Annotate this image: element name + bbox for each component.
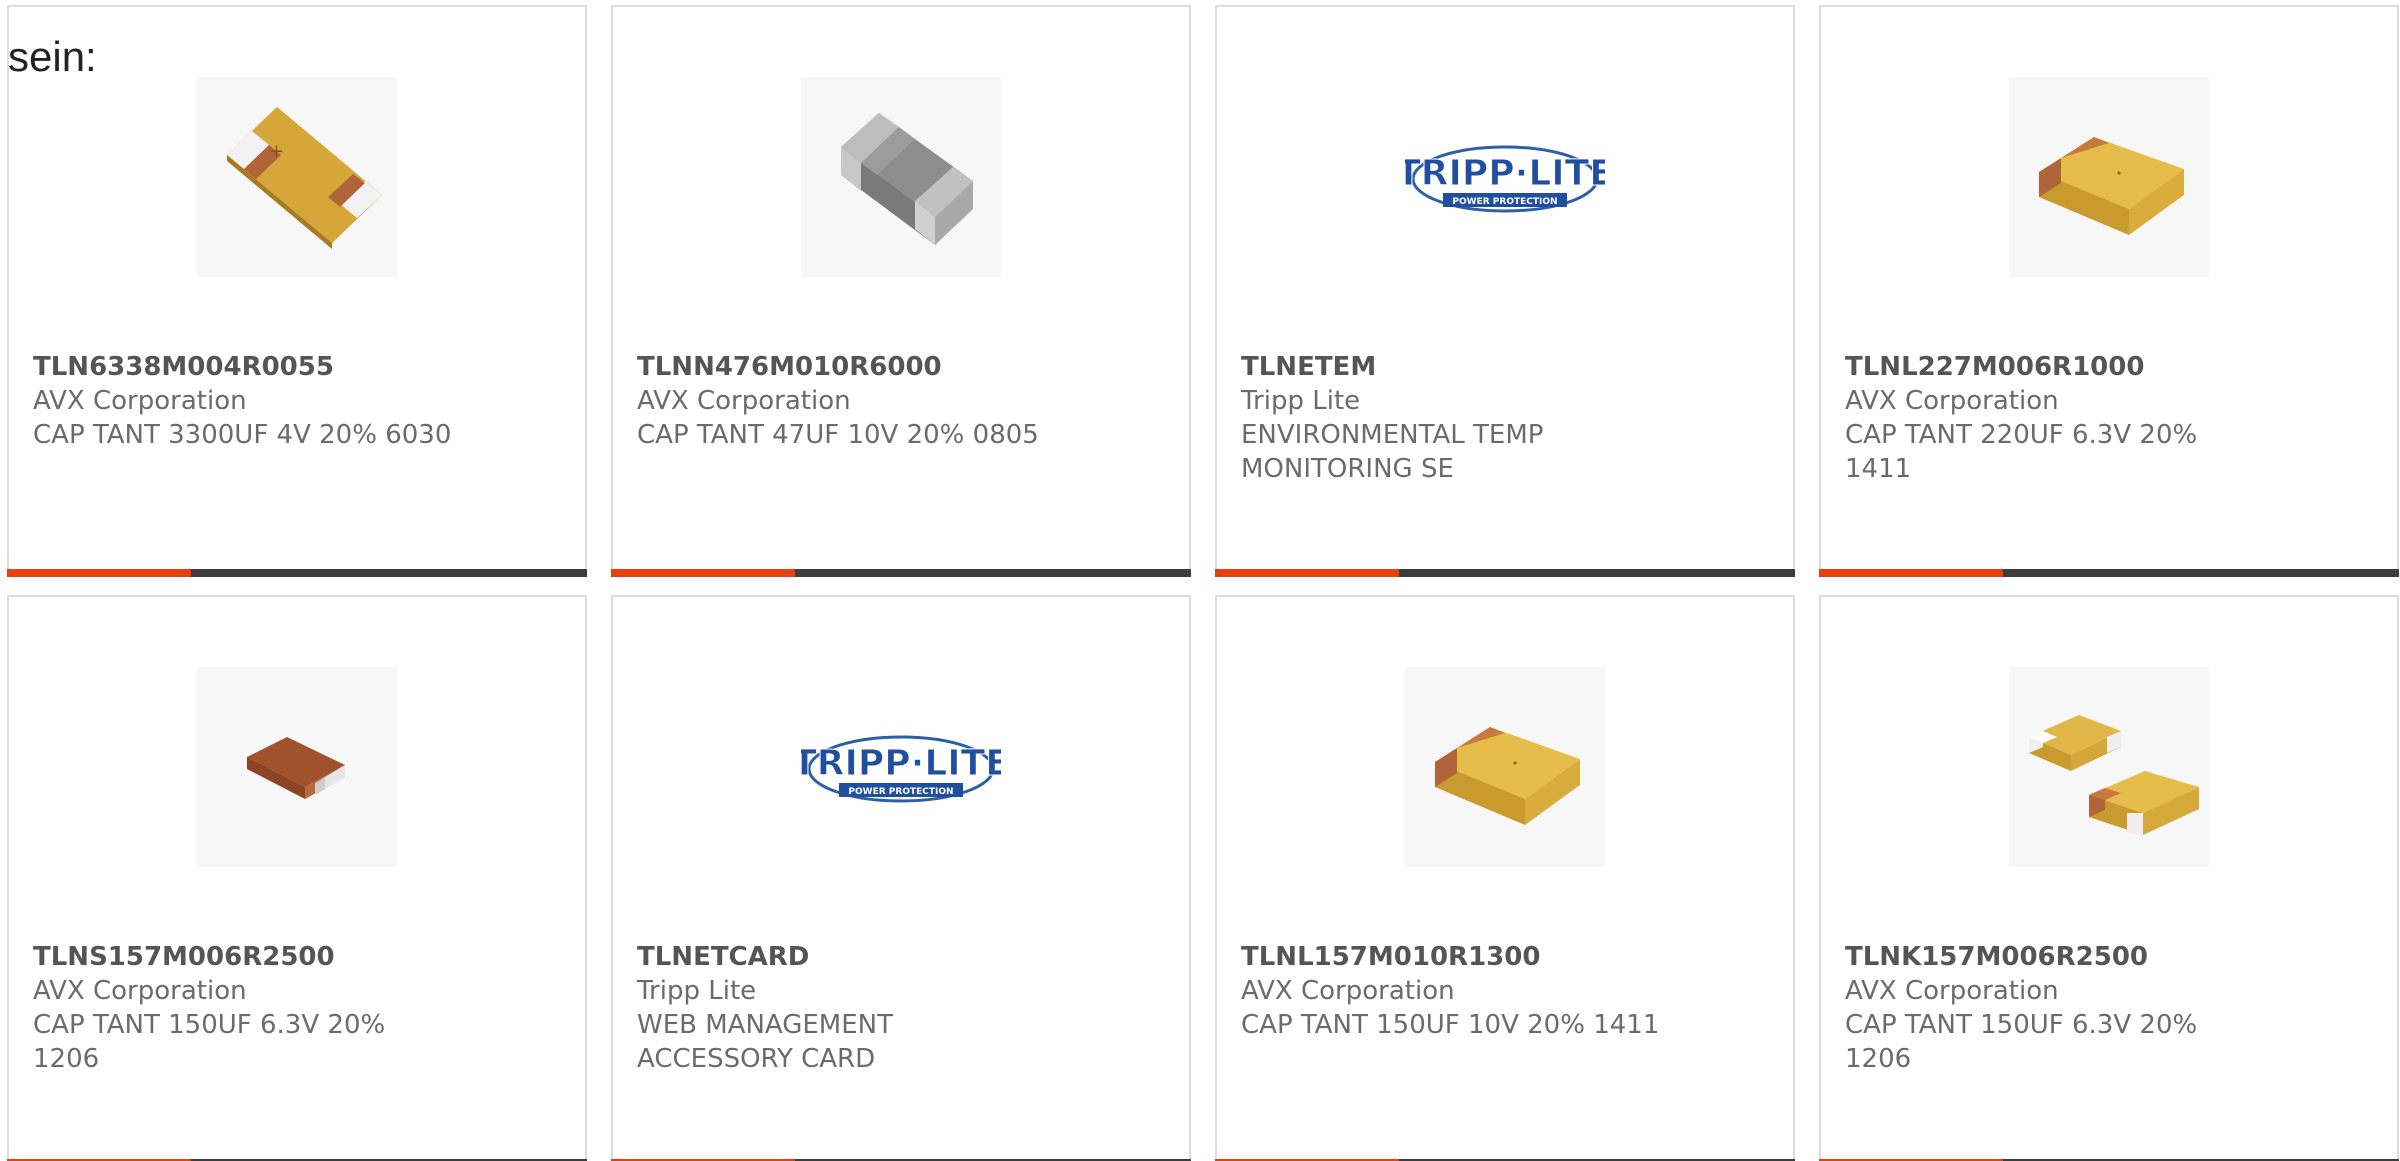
product-card[interactable]: + TLN6338M004R0055 AVX Corporation CAP TAN… — [7, 5, 587, 577]
product-card[interactable]: TRIPP·LITE POWER PROTECTION TLNETCARD Tri… — [611, 595, 1191, 1161]
part-number[interactable]: TLN6338M004R0055 — [33, 350, 561, 384]
tantalum-chip-large-icon[interactable]: + — [197, 77, 397, 277]
part-number[interactable]: TLNL227M006R1000 — [1845, 350, 2373, 384]
intro-text: sein: — [8, 33, 97, 80]
card-accent-bar — [1819, 569, 2003, 577]
logo-text: TRIPP·LITE — [801, 743, 1001, 784]
manufacturer: AVX Corporation — [33, 386, 247, 416]
manufacturer: Tripp Lite — [1241, 386, 1361, 416]
card-accent-bar — [1215, 569, 1399, 577]
ceramic-chip-icon[interactable] — [801, 77, 1001, 277]
product-card[interactable]: TLNL157M010R1300 AVX Corporation CAP TANT … — [1215, 595, 1795, 1161]
tripp-lite-logo[interactable]: TRIPP·LITE POWER PROTECTION — [1405, 77, 1605, 277]
product-info: TLNETCARD Tripp Lite WEB MANAGEMENT ACCESS… — [637, 940, 1165, 1076]
part-number[interactable]: TLNETEM — [1241, 350, 1769, 384]
card-footer-bar — [611, 569, 1191, 577]
description: CAP TANT 47UF 10V 20% 0805 — [637, 420, 1039, 450]
logo-text: TRIPP·LITE — [1405, 153, 1605, 194]
tantalum-chip-pair-icon[interactable] — [2009, 667, 2209, 867]
card-footer-bar — [1215, 569, 1795, 577]
svg-text:POWER PROTECTION: POWER PROTECTION — [848, 787, 953, 797]
product-info: TLNL227M006R1000 AVX Corporation CAP TANT … — [1845, 350, 2373, 486]
description: ENVIRONMENTAL TEMP MONITORING SE — [1241, 420, 1544, 484]
manufacturer: AVX Corporation — [1845, 976, 2059, 1006]
description: CAP TANT 3300UF 4V 20% 6030 — [33, 420, 452, 450]
description: WEB MANAGEMENT ACCESSORY CARD — [637, 1010, 894, 1074]
tantalum-chip-block-icon[interactable] — [1405, 667, 1605, 867]
manufacturer: AVX Corporation — [33, 976, 247, 1006]
part-number[interactable]: TLNS157M006R2500 — [33, 940, 561, 974]
part-number[interactable]: TLNK157M006R2500 — [1845, 940, 2373, 974]
description: CAP TANT 150UF 6.3V 20% 1206 — [33, 1010, 386, 1074]
card-footer-bar — [7, 569, 587, 577]
part-number[interactable]: TLNL157M010R1300 — [1241, 940, 1769, 974]
product-info: TLNN476M010R6000 AVX Corporation CAP TANT … — [637, 350, 1165, 452]
product-info: TLNL157M010R1300 AVX Corporation CAP TANT … — [1241, 940, 1769, 1042]
manufacturer: AVX Corporation — [637, 386, 851, 416]
tripp-lite-logo[interactable]: TRIPP·LITE POWER PROTECTION — [801, 667, 1001, 867]
product-info: TLNETEM Tripp Lite ENVIRONMENTAL TEMP MONI… — [1241, 350, 1769, 486]
part-number[interactable]: TLNETCARD — [637, 940, 1165, 974]
part-number[interactable]: TLNN476M010R6000 — [637, 350, 1165, 384]
svg-text:POWER PROTECTION: POWER PROTECTION — [1452, 197, 1557, 207]
product-info: TLN6338M004R0055 AVX Corporation CAP TANT … — [33, 350, 561, 452]
card-accent-bar — [611, 569, 795, 577]
product-card[interactable]: TLNK157M006R2500 AVX Corporation CAP TANT … — [1819, 595, 2399, 1161]
svg-text:+: + — [269, 141, 284, 162]
tantalum-chip-block-icon[interactable] — [2009, 77, 2209, 277]
product-info: TLNK157M006R2500 AVX Corporation CAP TANT … — [1845, 940, 2373, 1076]
manufacturer: AVX Corporation — [1845, 386, 2059, 416]
card-footer-bar — [1819, 569, 2399, 577]
product-card[interactable]: TRIPP·LITE POWER PROTECTION TLNETEM Tripp… — [1215, 5, 1795, 577]
manufacturer: AVX Corporation — [1241, 976, 1455, 1006]
product-card[interactable]: TLNL227M006R1000 AVX Corporation CAP TANT … — [1819, 5, 2399, 577]
manufacturer: Tripp Lite — [637, 976, 757, 1006]
product-info: TLNS157M006R2500 AVX Corporation CAP TANT … — [33, 940, 561, 1076]
tantalum-chip-small-icon[interactable] — [197, 667, 397, 867]
description: CAP TANT 220UF 6.3V 20% 1411 — [1845, 420, 2198, 484]
card-accent-bar — [7, 569, 191, 577]
product-card[interactable]: TLNN476M010R6000 AVX Corporation CAP TANT … — [611, 5, 1191, 577]
description: CAP TANT 150UF 10V 20% 1411 — [1241, 1010, 1660, 1040]
product-grid: + TLN6338M004R0055 AVX Corporation CAP TAN… — [7, 5, 2400, 1161]
description: CAP TANT 150UF 6.3V 20% 1206 — [1845, 1010, 2198, 1074]
product-card[interactable]: TLNS157M006R2500 AVX Corporation CAP TANT … — [7, 595, 587, 1161]
